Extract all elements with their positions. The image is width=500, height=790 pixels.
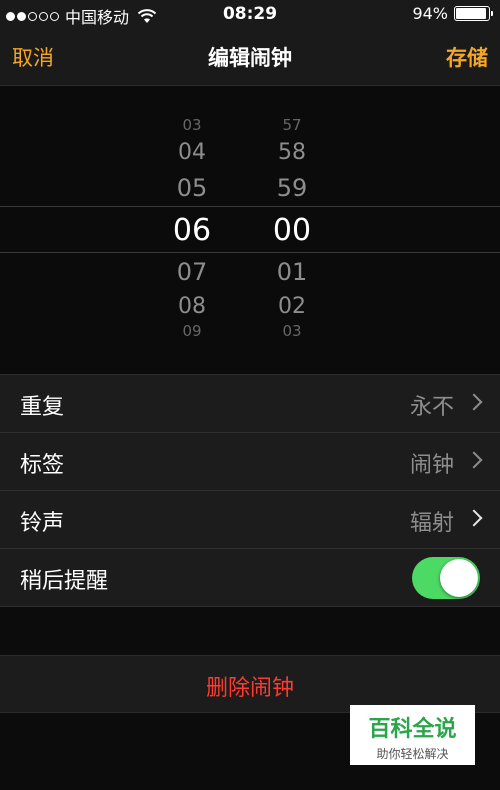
- sound-value: 辐射: [409, 511, 454, 536]
- toggle-knob: [440, 559, 478, 597]
- hour-wheel[interactable]: 03 04 05 06 07 08 09: [152, 86, 232, 374]
- page-title: 编辑闹钟: [208, 46, 292, 70]
- hour-option[interactable]: 05: [152, 174, 232, 202]
- snooze-label: 稍后提醒: [20, 569, 109, 594]
- delete-alarm-label: 删除闹钟: [205, 676, 294, 701]
- minute-option[interactable]: 57: [252, 116, 332, 134]
- hour-option[interactable]: 04: [152, 140, 232, 165]
- watermark-title: 百科全说: [368, 717, 457, 742]
- hour-option[interactable]: 09: [152, 322, 232, 340]
- navigation-bar: 取消 编辑闹钟 存储: [0, 30, 500, 86]
- repeat-value: 永不: [409, 395, 454, 420]
- chevron-right-icon: [465, 393, 483, 411]
- picker-selection-band: [0, 206, 500, 253]
- time-picker: 03 04 05 06 07 08 09 57 58 59 00 01 02 0…: [0, 86, 500, 374]
- minute-selected[interactable]: 00: [252, 213, 332, 248]
- sound-row[interactable]: 铃声 辐射: [0, 491, 500, 549]
- status-bar: 中国移动 08:29 94%: [0, 0, 500, 30]
- hour-option[interactable]: 03: [152, 116, 232, 134]
- battery-icon: [454, 6, 493, 21]
- alarm-settings-list: 重复 永不 标签 闹钟 铃声 辐射 稍后提醒: [0, 374, 500, 607]
- minute-option[interactable]: 01: [252, 258, 332, 286]
- sound-label: 铃声: [20, 511, 65, 536]
- watermark-subtitle: 助你轻松解决: [376, 747, 449, 761]
- hour-option[interactable]: 07: [152, 258, 232, 286]
- minute-option[interactable]: 59: [252, 174, 332, 202]
- battery-percent: 94%: [412, 4, 448, 23]
- minute-wheel[interactable]: 57 58 59 00 01 02 03: [252, 86, 332, 374]
- minute-option[interactable]: 58: [252, 140, 332, 165]
- battery-fill: [456, 8, 487, 19]
- snooze-toggle[interactable]: [412, 557, 480, 599]
- hour-selected[interactable]: 06: [152, 213, 232, 248]
- chevron-right-icon: [465, 451, 483, 469]
- snooze-row: 稍后提醒: [0, 549, 500, 607]
- label-row[interactable]: 标签 闹钟: [0, 433, 500, 491]
- watermark-logo: 百科全说 助你轻松解决: [350, 705, 475, 765]
- hour-option[interactable]: 08: [152, 294, 232, 319]
- repeat-row[interactable]: 重复 永不: [0, 375, 500, 433]
- save-button[interactable]: 存储: [446, 42, 488, 72]
- minute-option[interactable]: 02: [252, 294, 332, 319]
- minute-option[interactable]: 03: [252, 322, 332, 340]
- status-right: 94%: [412, 4, 493, 23]
- label-label: 标签: [20, 453, 65, 478]
- chevron-right-icon: [465, 509, 483, 527]
- repeat-label: 重复: [20, 395, 65, 420]
- label-value: 闹钟: [409, 453, 454, 478]
